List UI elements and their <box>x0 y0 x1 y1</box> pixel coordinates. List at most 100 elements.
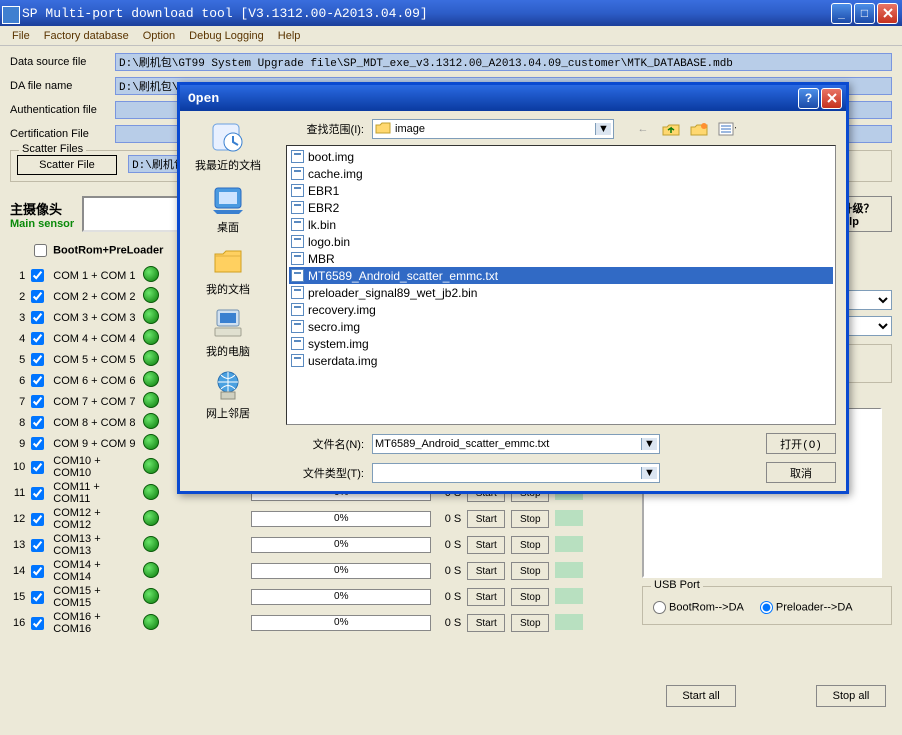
file-icon <box>291 354 304 367</box>
status-led-icon <box>143 308 159 324</box>
com-index: 7 <box>10 391 28 412</box>
com-enable-checkbox[interactable] <box>31 617 44 630</box>
menu-debug[interactable]: Debug Logging <box>183 28 270 44</box>
lookin-combo[interactable]: image ▼ <box>372 119 614 139</box>
stop-button[interactable]: Stop <box>511 588 549 606</box>
com-enable-checkbox[interactable] <box>31 437 44 450</box>
com-enable-checkbox[interactable] <box>31 591 44 604</box>
com-enable-checkbox[interactable] <box>31 461 44 474</box>
main-sensor-box <box>82 196 192 232</box>
places-mycomputer[interactable]: 我的电脑 <box>206 305 250 359</box>
new-folder-icon[interactable] <box>690 120 708 138</box>
dialog-help-button[interactable]: ? <box>798 88 819 109</box>
filetype-combo[interactable]: ▼ <box>372 463 660 483</box>
usb-bootrom-radio[interactable] <box>653 601 666 614</box>
places-mydocs[interactable]: 我的文档 <box>206 243 250 297</box>
com-enable-checkbox[interactable] <box>31 374 44 387</box>
start-button[interactable]: Start <box>467 614 505 632</box>
com-enable-checkbox[interactable] <box>31 332 44 345</box>
com-index: 15 <box>10 584 28 610</box>
com-label: COM11 + COM11 <box>50 480 140 506</box>
com-enable-checkbox[interactable] <box>31 395 44 408</box>
dropdown-arrow-icon: ▼ <box>595 123 611 135</box>
status-led-icon <box>143 510 159 526</box>
stop-all-button[interactable]: Stop all <box>816 685 886 707</box>
places-desktop[interactable]: 桌面 <box>210 181 246 235</box>
com-label: COM 1 + COM 1 <box>50 265 140 286</box>
bootrom-preloader-label: BootRom+PreLoader <box>53 244 163 256</box>
file-item[interactable]: cache.img <box>289 165 833 182</box>
stop-button[interactable]: Stop <box>511 510 549 528</box>
start-button[interactable]: Start <box>467 510 505 528</box>
file-item[interactable]: system.img <box>289 335 833 352</box>
up-folder-icon[interactable] <box>662 120 680 138</box>
scatter-file-button[interactable]: Scatter File <box>17 155 117 175</box>
file-item[interactable]: preloader_signal89_wet_jb2.bin <box>289 284 833 301</box>
com-label: COM 9 + COM 9 <box>50 433 140 454</box>
dialog-open-button[interactable]: 打开(O) <box>766 433 836 454</box>
dialog-close-button[interactable] <box>821 88 842 109</box>
com-enable-checkbox[interactable] <box>31 269 44 282</box>
data-source-input[interactable] <box>115 53 892 71</box>
back-icon[interactable]: ← <box>634 120 652 138</box>
com-index: 11 <box>10 480 28 506</box>
com-enable-checkbox[interactable] <box>31 353 44 366</box>
file-item[interactable]: userdata.img <box>289 352 833 369</box>
file-item[interactable]: logo.bin <box>289 233 833 250</box>
usb-preloader-radio[interactable] <box>760 601 773 614</box>
com-enable-checkbox[interactable] <box>31 539 44 552</box>
places-network[interactable]: 网上邻居 <box>206 367 250 421</box>
dialog-cancel-button[interactable]: 取消 <box>766 462 836 483</box>
com-enable-checkbox[interactable] <box>31 565 44 578</box>
stop-button[interactable]: Stop <box>511 562 549 580</box>
start-button[interactable]: Start <box>467 562 505 580</box>
file-icon <box>291 218 304 231</box>
minimize-button[interactable]: _ <box>831 3 852 24</box>
file-icon <box>291 303 304 316</box>
com-index: 1 <box>10 265 28 286</box>
stop-button[interactable]: Stop <box>511 536 549 554</box>
com-index: 2 <box>10 286 28 307</box>
filename-input[interactable]: MT6589_Android_scatter_emmc.txt ▼ <box>372 434 660 454</box>
menu-help[interactable]: Help <box>272 28 307 44</box>
file-name: cache.img <box>308 167 363 181</box>
menu-file[interactable]: File <box>6 28 36 44</box>
file-icon <box>291 167 304 180</box>
file-item[interactable]: EBR1 <box>289 182 833 199</box>
com-index: 6 <box>10 370 28 391</box>
start-button[interactable]: Start <box>467 588 505 606</box>
com-label: COM15 + COM15 <box>50 584 140 610</box>
com-enable-checkbox[interactable] <box>31 416 44 429</box>
stop-button[interactable]: Stop <box>511 614 549 632</box>
view-menu-icon[interactable] <box>718 120 736 138</box>
file-name: MBR <box>308 252 335 266</box>
com-index: 5 <box>10 349 28 370</box>
start-all-button[interactable]: Start all <box>666 685 736 707</box>
com-enable-checkbox[interactable] <box>31 513 44 526</box>
menu-option[interactable]: Option <box>137 28 181 44</box>
com-label: COM14 + COM14 <box>50 558 140 584</box>
file-item[interactable]: recovery.img <box>289 301 833 318</box>
file-item[interactable]: EBR2 <box>289 199 833 216</box>
file-item[interactable]: secro.img <box>289 318 833 335</box>
com-enable-checkbox[interactable] <box>31 290 44 303</box>
com-enable-checkbox[interactable] <box>31 311 44 324</box>
bootrom-preloader-checkbox[interactable] <box>34 244 47 257</box>
file-item[interactable]: lk.bin <box>289 216 833 233</box>
maximize-button[interactable]: □ <box>854 3 875 24</box>
places-recent[interactable]: 我最近的文档 <box>195 119 261 173</box>
file-item[interactable]: boot.img <box>289 148 833 165</box>
file-item[interactable]: MT6589_Android_scatter_emmc.txt <box>289 267 833 284</box>
menu-factory[interactable]: Factory database <box>38 28 135 44</box>
my-documents-icon <box>210 243 246 279</box>
start-button[interactable]: Start <box>467 536 505 554</box>
status-square <box>555 588 583 604</box>
network-icon <box>210 367 246 403</box>
com-enable-checkbox[interactable] <box>31 487 44 500</box>
file-item[interactable]: MBR <box>289 250 833 267</box>
file-list[interactable]: boot.img cache.imgEBR1EBR2lk.binlogo.bin M… <box>286 145 836 425</box>
file-icon <box>291 235 304 248</box>
status-led-icon <box>143 329 159 345</box>
close-button[interactable] <box>877 3 898 24</box>
progress-bar: 0% <box>251 537 431 553</box>
